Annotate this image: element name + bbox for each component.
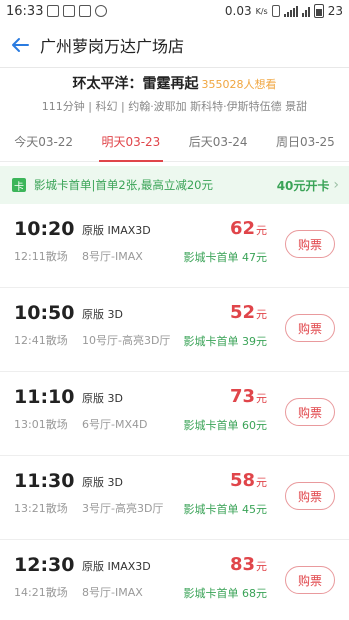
shield-icon: [63, 5, 76, 17]
version-label: 原版 3D: [82, 476, 123, 489]
price-unit: 元: [256, 560, 267, 573]
promo-text: 影城卡首单|首单2张,最高立减20元: [34, 178, 213, 192]
price: 83元: [230, 554, 267, 575]
status-bar: 16:33 0.03 K/s 23: [0, 0, 349, 22]
version-label: 原版 3D: [82, 392, 123, 405]
back-arrow-icon: [12, 37, 29, 52]
mail-icon: [79, 5, 92, 17]
buy-ticket-button[interactable]: 购票: [285, 482, 335, 510]
showtime-row[interactable]: 10:50 12:41散场 原版 3D 10号厅-高亮3D厅 52元影城卡首单 39元 购…: [0, 288, 349, 372]
cinema-title: 广州萝岗万达广场店: [40, 36, 185, 56]
hall-label: 6号厅-MX4D: [82, 418, 148, 431]
movie-info: 环太平洋：雷霆再起 355028人想看 111分钟 | 科幻 | 约翰·波耶加 斯…: [0, 68, 349, 114]
showtime-row[interactable]: 11:10 13:01散场 原版 3D 6号厅-MX4D 73元影城卡首单 60元 购票: [0, 372, 349, 456]
price: 62元: [230, 218, 267, 239]
open-card-link[interactable]: 40元开卡: [277, 177, 330, 194]
price-value: 83: [229, 554, 255, 575]
app-icon: [95, 5, 108, 17]
start-time: 10:50: [14, 302, 75, 324]
vibrate-icon: [271, 5, 280, 17]
buy-ticket-button[interactable]: 购票: [285, 314, 335, 342]
app-header: 广州萝岗万达广场店: [0, 22, 349, 68]
end-time: 12:41散场: [14, 334, 68, 347]
chevron-right-icon: ›: [333, 177, 339, 193]
price-value: 62: [229, 218, 255, 239]
card-badge-icon: 卡: [12, 178, 26, 193]
start-time: 11:10: [14, 386, 75, 408]
hall-label: 3号厅-高亮3D厅: [82, 502, 164, 515]
back-button[interactable]: [0, 22, 40, 68]
notification-icon: [47, 5, 60, 17]
buy-ticket-button[interactable]: 购票: [285, 398, 335, 426]
showtime-row[interactable]: 11:30 13:21散场 原版 3D 3号厅-高亮3D厅 58元影城卡首单 45元 购票: [0, 456, 349, 540]
price-value: 58: [229, 470, 255, 491]
signal-icon: [283, 5, 298, 17]
card-price: 影城卡首单 68元: [183, 587, 268, 600]
date-tab[interactable]: 明天03-23: [87, 122, 174, 162]
price: 58元: [230, 470, 267, 491]
version-label: 原版 3D: [82, 308, 123, 321]
hall-label: 8号厅-IMAX: [82, 250, 143, 263]
status-time: 16:33: [6, 3, 44, 19]
card-price: 影城卡首单 47元: [183, 251, 268, 264]
showtime-row[interactable]: 10:20 12:11散场 原版 IMAX3D 8号厅-IMAX 62元影城卡首单 47…: [0, 204, 349, 288]
membership-promo-banner[interactable]: 卡 影城卡首单|首单2张,最高立减20元 40元开卡 ›: [0, 166, 349, 204]
want-count: 355028人想看: [201, 78, 277, 91]
price-value: 52: [229, 302, 255, 323]
date-tab[interactable]: 今天03-22: [0, 122, 87, 161]
end-time: 13:01散场: [14, 418, 68, 431]
version-label: 原版 IMAX3D: [82, 560, 151, 573]
movie-title: 环太平洋：雷霆再起: [72, 76, 199, 92]
movie-details: 111分钟 | 科幻 | 约翰·波耶加 斯科特·伊斯特伍德 景甜: [41, 100, 308, 113]
price: 73元: [230, 386, 267, 407]
date-tabs: 今天03-22 明天03-23 后天03-24 周日03-25: [0, 122, 349, 162]
net-speed: 0.03: [224, 4, 252, 18]
battery-level: 23: [327, 4, 343, 18]
buy-ticket-button[interactable]: 购票: [285, 230, 335, 258]
showtime-list: 10:20 12:11散场 原版 IMAX3D 8号厅-IMAX 62元 影城卡首单 47…: [0, 204, 349, 620]
price-unit: 元: [256, 224, 267, 237]
showtime-row[interactable]: 12:30 14:21散场 原版 IMAX3D 8号厅-IMAX 83元影城卡首单 68…: [0, 540, 349, 620]
date-tab[interactable]: 后天03-24: [175, 122, 262, 161]
price: 52元: [230, 302, 267, 323]
battery-icon: [313, 4, 324, 18]
end-time: 14:21散场: [14, 586, 68, 599]
net-speed-unit-icon: K/s: [255, 6, 268, 16]
price-unit: 元: [256, 476, 267, 489]
start-time: 11:30: [14, 470, 75, 492]
start-time: 10:20: [14, 218, 75, 240]
buy-ticket-button[interactable]: 购票: [285, 566, 335, 594]
card-price: 影城卡首单 39元: [183, 335, 268, 348]
price-unit: 元: [256, 392, 267, 405]
card-price: 影城卡首单 45元: [183, 503, 268, 516]
end-time: 13:21散场: [14, 502, 68, 515]
date-tab[interactable]: 周日03-25: [262, 122, 349, 161]
end-time: 12:11散场: [14, 250, 68, 263]
hall-label: 8号厅-IMAX: [82, 586, 143, 599]
card-price: 影城卡首单 60元: [183, 419, 268, 432]
start-time: 12:30: [14, 554, 75, 576]
price-unit: 元: [256, 308, 267, 321]
hall-label: 10号厅-高亮3D厅: [82, 334, 171, 347]
wifi-icon: [301, 6, 310, 17]
version-label: 原版 IMAX3D: [82, 224, 151, 237]
price-value: 73: [229, 386, 255, 407]
